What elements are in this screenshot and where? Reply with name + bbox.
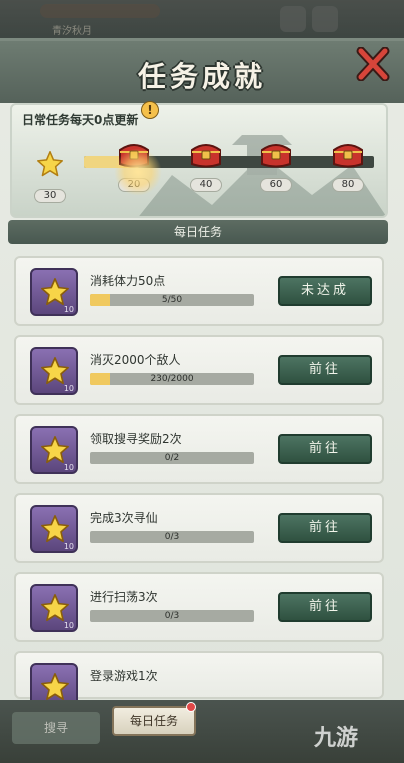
star-icon [41, 278, 69, 306]
star-icon [41, 436, 69, 464]
treasure-chest-icon [261, 144, 291, 168]
task-progress-bar: 0/3 [90, 531, 254, 543]
task-reward-icon: 10 [30, 268, 78, 316]
task-progress-bar: 0/2 [90, 452, 254, 464]
alert-icon: ! [141, 101, 159, 119]
task-row: 10 进行扫荡3次 0/3 前往 [14, 572, 384, 642]
close-x-icon [356, 46, 390, 82]
task-name: 领取搜寻奖励2次 [90, 432, 182, 446]
chest-threshold: 60 [260, 178, 292, 192]
game-background-header: 青汐秋月 [0, 0, 404, 40]
progress-title: 日常任务每天0点更新 [22, 113, 139, 127]
task-progress-text: 0/3 [164, 611, 180, 621]
task-row: 10登录游戏1次 [14, 651, 384, 711]
reward-amount: 10 [63, 621, 74, 630]
section-header: 每日任务 [8, 220, 388, 244]
reward-amount: 10 [63, 305, 74, 314]
treasure-chest-icon [333, 144, 363, 168]
task-progress-text: 230/2000 [150, 374, 194, 384]
star-icon [41, 515, 69, 543]
task-name: 消耗体力50点 [90, 274, 166, 288]
task-name: 消灭2000个敌人 [90, 353, 181, 367]
chest-reward-3[interactable] [330, 138, 366, 170]
task-reward-icon: 10 [30, 584, 78, 632]
tab-search[interactable]: 搜寻 [12, 712, 100, 744]
notification-dot [186, 702, 196, 712]
treasure-chest-icon [191, 144, 221, 168]
task-row: 10 完成3次寻仙 0/3 前往 [14, 493, 384, 563]
task-progress-text: 0/2 [164, 453, 180, 463]
task-reward-icon: 10 [30, 347, 78, 395]
task-row: 10 消灭2000个敌人 230/2000 前往 [14, 335, 384, 405]
chest-threshold: 40 [190, 178, 222, 192]
task-action-button[interactable]: 前往 [278, 355, 372, 385]
star-icon [41, 357, 69, 385]
task-progress-bar: 0/3 [90, 610, 254, 622]
reward-amount: 10 [63, 384, 74, 393]
background-icon [312, 6, 338, 32]
resource-bar [40, 4, 160, 18]
star-icon [41, 594, 69, 622]
star-count: 30 [34, 189, 66, 203]
task-progress-bar: 230/2000 [90, 373, 254, 385]
task-reward-icon: 10 [30, 426, 78, 474]
reward-amount: 10 [63, 463, 74, 472]
task-row: 10 消耗体力50点 5/50 未达成 [14, 256, 384, 326]
close-button[interactable] [356, 46, 390, 82]
chest-reward-2[interactable] [258, 138, 294, 170]
background-subtitle: 青汐秋月 [52, 26, 92, 37]
chest-reward-1[interactable] [188, 138, 224, 170]
panel-title: 任务成就 [137, 60, 266, 93]
watermark-logo: 九游 [314, 725, 359, 751]
star-icon [41, 673, 69, 701]
background-icon [280, 6, 306, 32]
chest-glow [114, 148, 162, 196]
task-reward-icon: 10 [30, 505, 78, 553]
task-action-button[interactable]: 前往 [278, 592, 372, 622]
task-action-button[interactable]: 未达成 [278, 276, 372, 306]
task-name: 进行扫荡3次 [90, 590, 158, 604]
task-progress-bar: 5/50 [90, 294, 254, 306]
task-row: 10 领取搜寻奖励2次 0/2 前往 [14, 414, 384, 484]
task-action-button[interactable]: 前往 [278, 513, 372, 543]
tab-daily-tasks[interactable]: 每日任务 [112, 706, 196, 736]
reward-amount: 10 [63, 542, 74, 551]
chest-threshold: 80 [332, 178, 364, 192]
task-action-button[interactable]: 前往 [278, 434, 372, 464]
task-progress-text: 5/50 [161, 295, 183, 305]
star-icon [36, 150, 64, 177]
task-progress-text: 0/3 [164, 532, 180, 542]
task-name: 完成3次寻仙 [90, 511, 158, 525]
task-name: 登录游戏1次 [90, 669, 158, 683]
